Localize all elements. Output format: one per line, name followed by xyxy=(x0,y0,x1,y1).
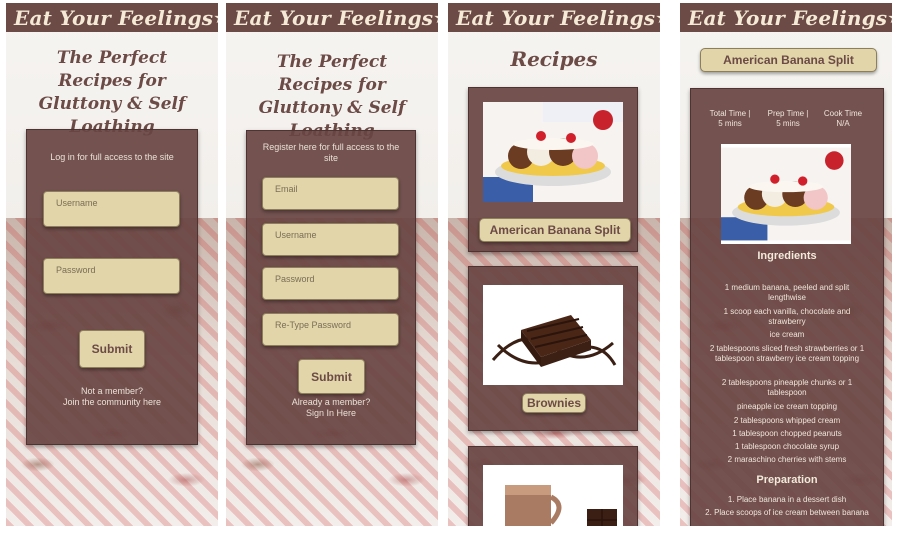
ingredient-item: 1 tablespoon chopped peanuts xyxy=(732,429,842,438)
cook-time: Cook Time N/A xyxy=(817,109,869,129)
prep-time: Prep Time | 5 mins xyxy=(763,109,813,129)
brand-logo[interactable]: Eat Your Feelings xyxy=(456,6,655,30)
brand-logo[interactable]: Eat Your Feelings xyxy=(688,6,887,30)
username-field[interactable]: Username xyxy=(43,191,180,227)
cook-time-value: N/A xyxy=(836,119,850,128)
password-field[interactable]: Password xyxy=(262,267,399,300)
login-card: Log in for full access to the site Usern… xyxy=(26,129,198,445)
total-time-value: 5 mins xyxy=(718,119,742,128)
prep-time-value: 5 mins xyxy=(776,119,800,128)
recipe-card[interactable] xyxy=(468,446,638,526)
site-header: Eat Your Feelings ★ xyxy=(448,3,660,32)
email-field[interactable]: Email xyxy=(262,177,399,210)
site-header: Eat Your Feelings ★ xyxy=(226,3,438,32)
retype-password-field[interactable]: Re-Type Password xyxy=(262,313,399,346)
ingredient-item: pineapple ice cream topping xyxy=(736,402,838,411)
ingredient-item: 2 maraschino cherries with stems xyxy=(727,455,847,464)
banana-split-icon xyxy=(483,102,623,202)
prep-time-label: Prep Time | xyxy=(767,109,809,118)
banana-split-photo xyxy=(483,102,623,202)
register-screen: Eat Your Feelings ★ The Perfect Recipes … xyxy=(226,3,438,526)
star-icon[interactable]: ★ xyxy=(433,8,438,28)
footer-text: Already a member? xyxy=(291,397,371,407)
page-heading: The Perfect Recipes for Gluttony & Self … xyxy=(38,48,186,137)
brownies-icon xyxy=(483,285,623,385)
total-time-label: Total Time | xyxy=(709,109,751,118)
recipe-card[interactable]: Brownies xyxy=(468,266,638,431)
password-field[interactable]: Password xyxy=(43,258,180,294)
ingredients-heading: Ingredients xyxy=(757,250,817,262)
register-card: Register here for full access to the sit… xyxy=(246,130,416,445)
submit-button[interactable]: Submit xyxy=(79,330,145,368)
site-header: Eat Your Feelings ★ xyxy=(6,3,218,32)
ingredient-item: 1 scoop each vanilla, chocolate and stra… xyxy=(723,307,851,326)
recipe-detail-screen: Eat Your Feelings ★ American Banana Spli… xyxy=(680,3,892,526)
hot-chocolate-photo xyxy=(483,465,623,526)
brand-logo[interactable]: Eat Your Feelings xyxy=(234,6,433,30)
brownies-photo xyxy=(483,285,623,385)
login-note: Log in for full access to the site xyxy=(50,152,174,162)
ingredient-item: 1 tablespoon chocolate syrup xyxy=(734,442,840,451)
submit-button[interactable]: Submit xyxy=(298,359,365,394)
banana-split-photo xyxy=(721,144,851,244)
preparation-step: 1. Place banana in a dessert dish xyxy=(727,495,847,504)
ingredient-item: 1 medium banana, peeled and split length… xyxy=(724,283,850,302)
ingredient-item: 2 tablespoons sliced fresh strawberries … xyxy=(709,344,865,363)
recipes-screen: Eat Your Feelings ★ Recipes American Ban… xyxy=(448,3,660,526)
footer-text: Not a member? xyxy=(80,386,144,396)
ingredient-item: 2 tablespoons pineapple chunks or 1 tabl… xyxy=(721,378,853,397)
sign-in-link[interactable]: Sign In Here xyxy=(247,408,415,419)
brand-logo[interactable]: Eat Your Feelings xyxy=(14,6,213,30)
username-field[interactable]: Username xyxy=(262,223,399,256)
login-screen: Eat Your Feelings ★ The Perfect Recipes … xyxy=(6,3,218,526)
recipe-title: American Banana Split xyxy=(700,48,877,72)
star-icon[interactable]: ★ xyxy=(887,8,892,28)
total-time: Total Time | 5 mins xyxy=(705,109,755,129)
page-heading: Recipes xyxy=(510,47,598,71)
preparation-heading: Preparation xyxy=(756,474,818,486)
site-header: Eat Your Feelings ★ xyxy=(680,3,892,32)
recipe-card[interactable]: American Banana Split xyxy=(468,87,638,252)
star-icon[interactable]: ★ xyxy=(655,8,660,28)
recipe-detail-card: Total Time | 5 mins Prep Time | 5 mins C… xyxy=(690,88,884,526)
register-note: Register here for full access to the sit… xyxy=(262,142,400,163)
star-icon[interactable]: ★ xyxy=(213,8,218,28)
recipe-label[interactable]: American Banana Split xyxy=(479,218,631,242)
ingredient-item: 2 tablespoons whipped cream xyxy=(733,416,841,425)
ingredient-item: ice cream xyxy=(769,330,805,339)
cook-time-label: Cook Time xyxy=(823,109,863,118)
hot-chocolate-icon xyxy=(483,465,623,526)
join-link[interactable]: Join the community here xyxy=(27,397,197,408)
preparation-step: 2. Place scoops of ice cream between ban… xyxy=(705,508,869,517)
banana-split-icon xyxy=(721,147,851,241)
recipe-label[interactable]: Brownies xyxy=(522,393,586,413)
